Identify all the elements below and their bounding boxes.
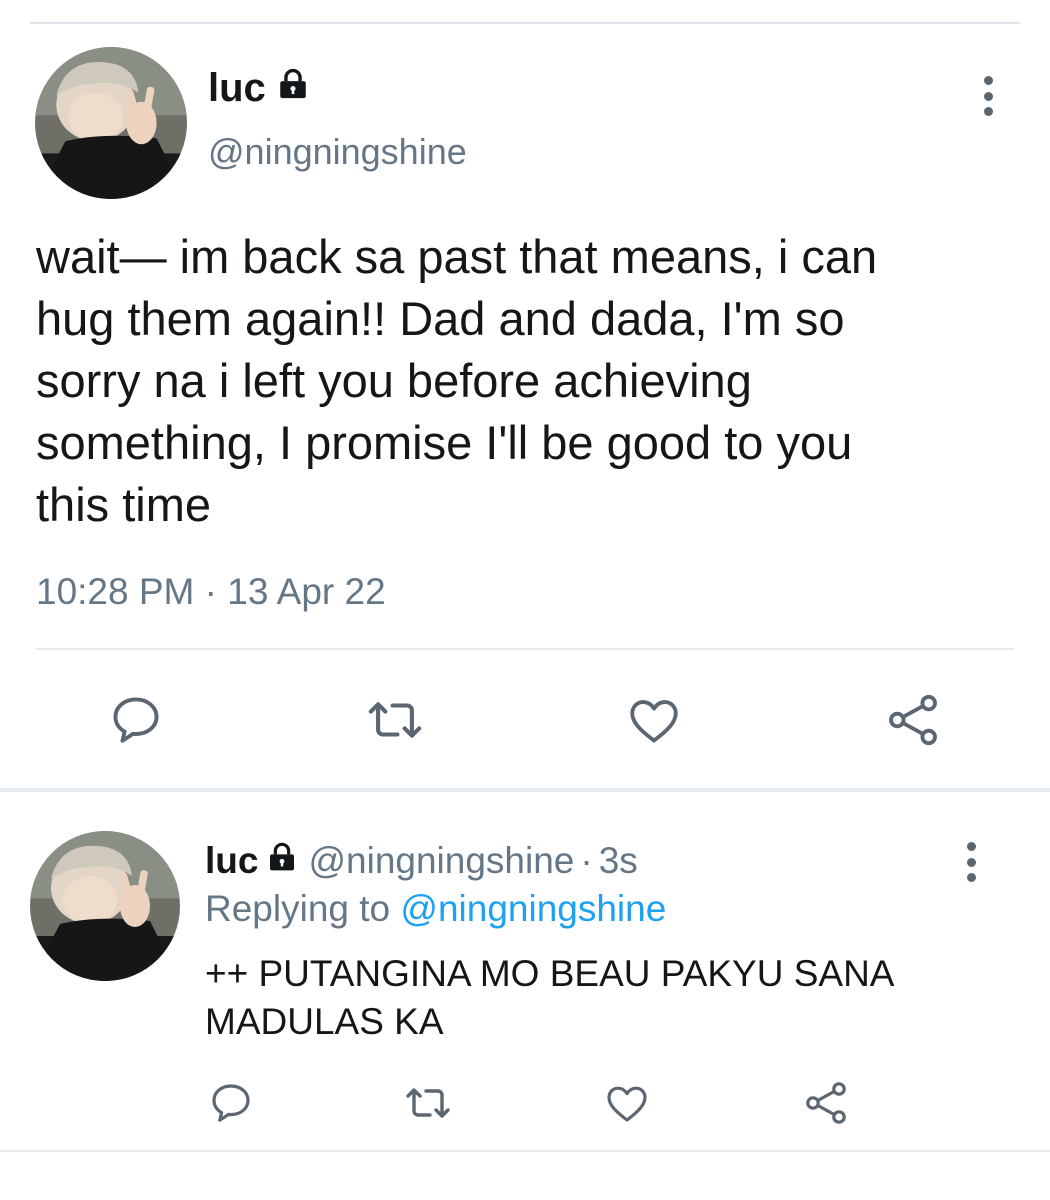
reply-icon xyxy=(207,1079,255,1127)
tweet-divider xyxy=(36,648,1014,650)
like-button[interactable] xyxy=(624,690,684,750)
more-vertical-icon[interactable] xyxy=(978,76,998,116)
reply-handle[interactable]: @ningningshine xyxy=(308,838,574,884)
replying-to: Replying to @ningningshine xyxy=(205,886,666,932)
lock-icon xyxy=(266,838,298,884)
display-name-text: luc xyxy=(208,66,266,110)
retweet-button[interactable] xyxy=(400,1078,456,1128)
retweet-button[interactable] xyxy=(362,690,428,750)
reply-button[interactable] xyxy=(106,690,166,750)
tweet-text: wait— im back sa past that means, i can … xyxy=(36,230,878,531)
reply-separator: · xyxy=(580,840,593,881)
timestamp[interactable]: 10:28 PM · 13 Apr 22 xyxy=(36,570,386,614)
lock-icon xyxy=(276,64,310,112)
reply-time[interactable]: 3s xyxy=(599,838,638,884)
tweet-separator xyxy=(0,788,1050,792)
more-vertical-icon[interactable] xyxy=(961,842,981,882)
main-tweet: luc @ningningshine wait— im back sa past… xyxy=(0,0,1050,790)
retweet-icon xyxy=(363,691,427,749)
share-button[interactable] xyxy=(800,1078,852,1128)
heart-icon xyxy=(603,1079,651,1127)
display-name[interactable]: luc xyxy=(208,64,310,112)
like-button[interactable] xyxy=(602,1078,652,1128)
share-icon xyxy=(883,691,943,749)
retweet-icon xyxy=(401,1079,455,1127)
share-button[interactable] xyxy=(882,690,944,750)
bottom-divider xyxy=(0,1150,1050,1152)
reply-header: luc @ningningshine · 3s xyxy=(205,838,638,884)
replying-prefix: Replying to xyxy=(205,888,391,929)
reply-avatar[interactable] xyxy=(30,831,180,981)
handle[interactable]: @ningningshine xyxy=(208,130,467,174)
avatar[interactable] xyxy=(35,47,187,199)
share-icon xyxy=(801,1079,851,1127)
replying-to-link[interactable]: @ningningshine xyxy=(400,888,666,929)
heart-icon xyxy=(625,691,683,749)
reply-text: ++ PUTANGINA MO BEAU PAKYU SANA MADULAS … xyxy=(205,953,893,1042)
reply-button[interactable] xyxy=(206,1078,256,1128)
reply-display-name[interactable]: luc xyxy=(205,838,258,884)
reply-icon xyxy=(107,691,165,749)
